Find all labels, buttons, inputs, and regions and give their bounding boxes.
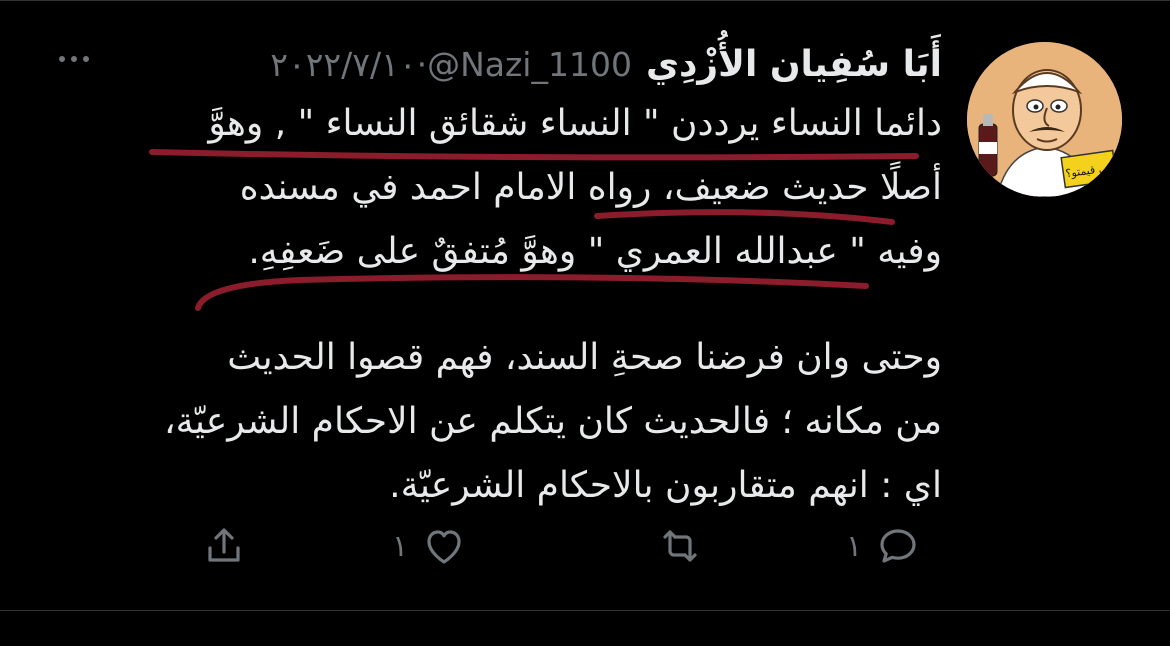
display-name[interactable]: أَبَا سُفِيان الأُزْدِي — [646, 44, 942, 85]
tweet-line: أصلًا حديث ضعيف، رواه الامام احمد في مسن… — [239, 167, 942, 208]
date[interactable]: ٢٠٢٢/٧/١٠ — [270, 45, 416, 84]
more-options-button[interactable] — [52, 44, 96, 74]
reply-button[interactable]: ١ — [846, 516, 922, 576]
top-divider — [0, 0, 1170, 1]
like-button[interactable]: ١ — [392, 516, 468, 576]
tweet-line: دائما النساء يرددن " النساء شقائق النساء… — [208, 103, 942, 144]
like-count: ١ — [392, 528, 409, 564]
reply-icon — [880, 529, 916, 563]
share-button[interactable] — [200, 516, 248, 576]
separator: · — [416, 44, 428, 84]
retweet-icon — [663, 530, 697, 562]
heart-icon — [427, 530, 461, 564]
retweet-button[interactable] — [656, 516, 716, 576]
tweet-line: اي : انهم متقاربون بالاحكام الشرعيّة. — [389, 465, 942, 506]
tweet-line: من مكانه ؛ فالحديث كان يتكلم عن الاحكام … — [164, 401, 942, 442]
tweet-line: وفيه " عبدالله العمري " وهوَّ مُتفقٌ على… — [248, 231, 942, 272]
tweet-paragraph-2: وحتى وان فرضنا صحةِ السند، فهم قصوا الحد… — [82, 326, 942, 518]
tweet-paragraph-1: دائما النساء يرددن " النساء شقائق النساء… — [82, 92, 942, 284]
avatar-cartoon-icon: في قيمتو؟ — [967, 42, 1122, 197]
avatar[interactable]: في قيمتو؟ — [967, 42, 1122, 197]
tweet-actions: ١ ١ — [0, 516, 1170, 576]
handle[interactable]: @Nazi_1100 — [427, 45, 632, 84]
reply-count: ١ — [846, 528, 863, 564]
more-horizontal-icon — [59, 56, 65, 62]
share-icon — [208, 528, 240, 562]
bottom-divider — [0, 610, 1170, 611]
tweet-header: أَبَا سُفِيان الأُزْدِي ٢٠٢٢/٧/١٠ · @Naz… — [270, 34, 942, 94]
handle-and-date: ٢٠٢٢/٧/١٠ · @Nazi_1100 — [270, 45, 632, 84]
tweet-line: وحتى وان فرضنا صحةِ السند، فهم قصوا الحد… — [227, 337, 942, 378]
